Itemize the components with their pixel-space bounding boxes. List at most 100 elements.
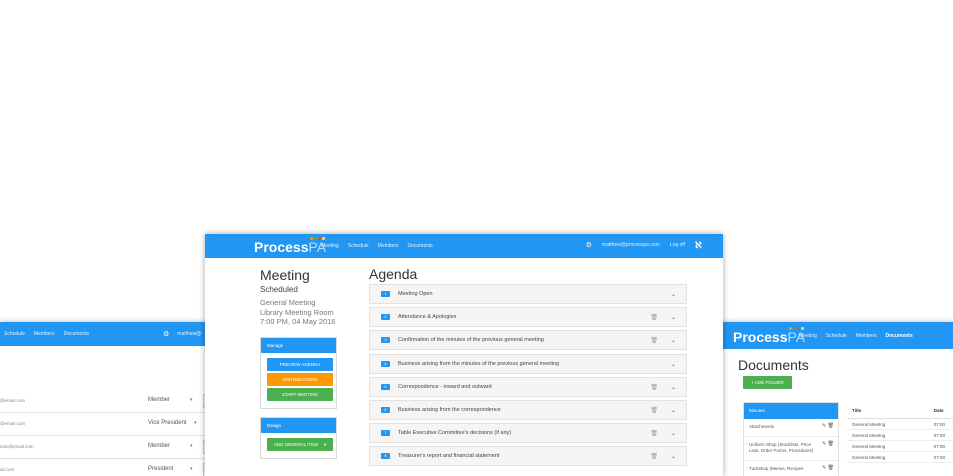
table-row[interactable]: General Meeting 07:00 [847,419,953,430]
logo-dots-icon [789,327,804,330]
agenda-item[interactable]: 8 Treasurer's report and financial state… [369,446,687,467]
add-general-item-label: ADD GENERAL ITEM [273,442,318,447]
member-row: ail.com President ▾ [0,460,210,476]
nav-documents[interactable]: Documents [886,333,913,339]
folder-actions: ✎ 🗑 [822,465,834,472]
chevron-down-icon[interactable]: ⌄ [671,453,676,460]
trash-icon[interactable]: 🗑 [828,441,834,447]
agenda-number-badge: 4 [381,360,390,367]
trash-icon[interactable]: 🗑 [828,423,834,429]
agenda-item-label: Treasurer's report and financial stateme… [398,453,500,460]
preview-agenda-button[interactable]: PREVIEW AGENDA [267,358,333,371]
nav-members[interactable]: Members [856,333,877,339]
navbar: Schedule Members Documents ⚙ matthew@ [0,322,210,346]
chevron-down-icon[interactable]: ⌄ [671,337,676,344]
chevron-down-icon[interactable]: ⌄ [671,384,676,391]
chevron-down-icon[interactable]: ▾ [190,466,193,472]
table-row[interactable]: General Meeting 07:00 [847,441,953,452]
processpa-logo[interactable]: ProcessPA [733,327,805,345]
agenda-item[interactable]: 4 Business arising from the minutes of t… [369,353,687,374]
folder-list: Minutes Attachments ✎ 🗑 Uniform Shop (St… [743,402,839,476]
add-general-item-button[interactable]: ADD GENERAL ITEM ▾ [267,438,333,451]
member-email: @email.com [0,421,26,426]
chevron-down-icon[interactable]: ⌄ [671,291,676,298]
chevron-down-icon[interactable]: ⌄ [671,361,676,368]
distributions-button[interactable]: DISTRIBUTIONS [267,373,333,386]
folder-name: Uniform Shop (Stocklists, Price Lists, O… [749,441,814,454]
member-role-select[interactable]: Member [148,397,170,403]
folder-item[interactable]: Tuckshop (Menus, Recipes ✎ 🗑 [744,461,838,476]
processpa-logo[interactable]: ProcessPA [254,237,326,255]
manage-panel: Manage PREVIEW AGENDA DISTRIBUTIONS STAR… [260,337,337,409]
user-email[interactable]: matthew@processpa.com [602,242,660,248]
design-panel-heading: Design [261,418,336,433]
nav-schedule[interactable]: Schedule [348,243,369,249]
trash-icon[interactable]: 🗑 [828,465,834,471]
meeting-status: Scheduled [260,285,298,294]
logo-main: Process [254,239,309,255]
agenda-item[interactable]: 6 Business arising from the corresponden… [369,399,687,420]
chevron-down-icon[interactable]: ⌄ [671,314,676,321]
add-folder-button[interactable]: + ADD FOLDER [743,376,792,389]
folder-item[interactable]: Uniform Shop (Stocklists, Price Lists, O… [744,437,838,461]
chevron-down-icon[interactable]: ▾ [194,420,197,426]
nav-members[interactable]: Members [34,331,55,337]
column-title[interactable]: Title [847,408,934,413]
folder-item[interactable]: Attachments ✎ 🗑 [744,419,838,437]
doc-date: 07:00 [933,421,946,427]
agenda-item-label: Business arising from the minutes of the… [398,360,560,367]
nav-meeting[interactable]: Meeting [321,243,339,249]
trash-icon[interactable]: 🗑 [650,337,658,344]
nav-schedule[interactable]: Schedule [826,333,847,339]
folder-name: Tuckshop (Menus, Recipes [749,465,804,471]
app-mark-icon[interactable]: ℵ [695,240,705,250]
caret-down-icon[interactable]: ▾ [324,438,326,451]
agenda-item-label: Meeting Open [398,291,433,297]
agenda-item[interactable]: 5 Correspondence - inward and outward 🗑 … [369,376,687,397]
gear-icon[interactable]: ⚙ [163,330,169,338]
chevron-down-icon[interactable]: ▾ [190,397,193,403]
pencil-icon[interactable]: ✎ [822,423,826,429]
agenda-item[interactable]: 2 Attendance & Apologies 🗑 ⌄ [369,307,687,328]
table-row[interactable]: General Meeting 07:00 [847,452,953,463]
column-date[interactable]: Date [934,408,953,413]
trash-icon[interactable]: 🗑 [650,430,658,437]
documents-window: ProcessPA Meeting Schedule Members Docum… [722,322,953,476]
nav-schedule[interactable]: Schedule [4,331,25,337]
start-meeting-button[interactable]: START MEETING [267,388,333,401]
chevron-down-icon[interactable]: ▾ [190,443,193,449]
logoff-link[interactable]: Log off [670,242,685,248]
member-role-select[interactable]: Member [148,443,170,449]
agenda-item[interactable]: 7 Table Executive Committee's decisions … [369,423,687,444]
nav-documents[interactable]: Documents [408,243,433,249]
meeting-info: General Meeting Library Meeting Room 7:0… [260,298,335,327]
agenda-item[interactable]: 1 Meeting Open ⌄ [369,284,687,304]
logo-dots-icon [310,237,325,240]
table-row[interactable]: General Meeting 07:00 [847,430,953,441]
member-row: @email.com Member ▾ [0,391,210,413]
pencil-icon[interactable]: ✎ [822,441,826,447]
user-email[interactable]: matthew@ [177,331,201,337]
member-email: ail.com [0,467,15,472]
trash-icon[interactable]: 🗑 [650,453,658,460]
nav-meeting[interactable]: Meeting [799,333,817,339]
agenda-item-label: Correspondence - inward and outward [398,383,492,390]
trash-icon[interactable]: 🗑 [650,407,658,414]
agenda-item-label: Attendance & Apologies [398,314,457,321]
gear-icon[interactable]: ⚙ [586,241,592,249]
page-title: Documents [738,357,809,373]
agenda-item[interactable]: 3 Confirmation of the minutes of the pre… [369,330,687,351]
trash-icon[interactable]: 🗑 [650,384,658,391]
nav-members[interactable]: Members [378,243,399,249]
chevron-down-icon[interactable]: ⌄ [671,430,676,437]
folder-name: Attachments [749,424,775,429]
pencil-icon[interactable]: ✎ [822,465,826,471]
trash-icon[interactable]: 🗑 [650,314,658,321]
chevron-down-icon[interactable]: ⌄ [671,407,676,414]
member-role-select[interactable]: Vice President [148,420,187,426]
doc-title: General Meeting [852,432,886,438]
nav-documents[interactable]: Documents [64,331,89,337]
nav-links: Meeting Schedule Members Documents [799,333,922,339]
member-role-select[interactable]: President [148,466,173,472]
folder-list-header[interactable]: Minutes [744,403,838,419]
